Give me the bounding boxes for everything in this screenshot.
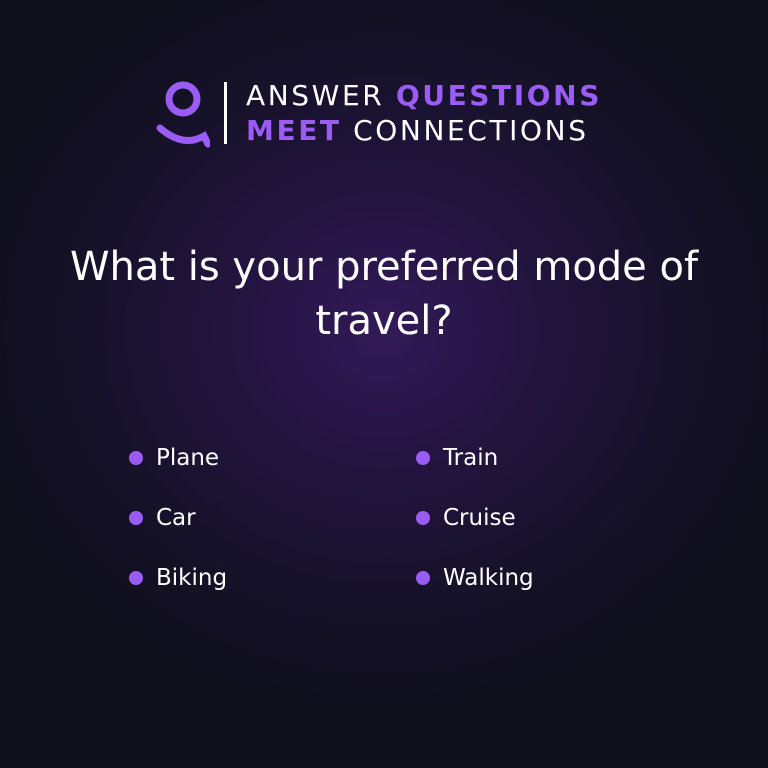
- bullet-icon: [129, 451, 143, 465]
- bullet-icon: [129, 571, 143, 585]
- option-biking[interactable]: Biking: [129, 563, 227, 593]
- option-car[interactable]: Car: [129, 503, 196, 533]
- option-label: Plane: [156, 445, 220, 471]
- option-cruise[interactable]: Cruise: [416, 503, 516, 533]
- options-list: Plane Train Car Cruise Biking Walking: [0, 0, 768, 768]
- option-plane[interactable]: Plane: [129, 443, 219, 473]
- option-label: Biking: [156, 565, 228, 591]
- option-label: Walking: [443, 565, 534, 591]
- option-label: Cruise: [443, 505, 516, 531]
- bullet-icon: [129, 511, 143, 525]
- option-label: Car: [156, 505, 196, 531]
- bullet-icon: [416, 571, 430, 585]
- option-walking[interactable]: Walking: [416, 563, 534, 593]
- option-train[interactable]: Train: [416, 443, 498, 473]
- option-label: Train: [443, 445, 499, 471]
- bullet-icon: [416, 511, 430, 525]
- bullet-icon: [416, 451, 430, 465]
